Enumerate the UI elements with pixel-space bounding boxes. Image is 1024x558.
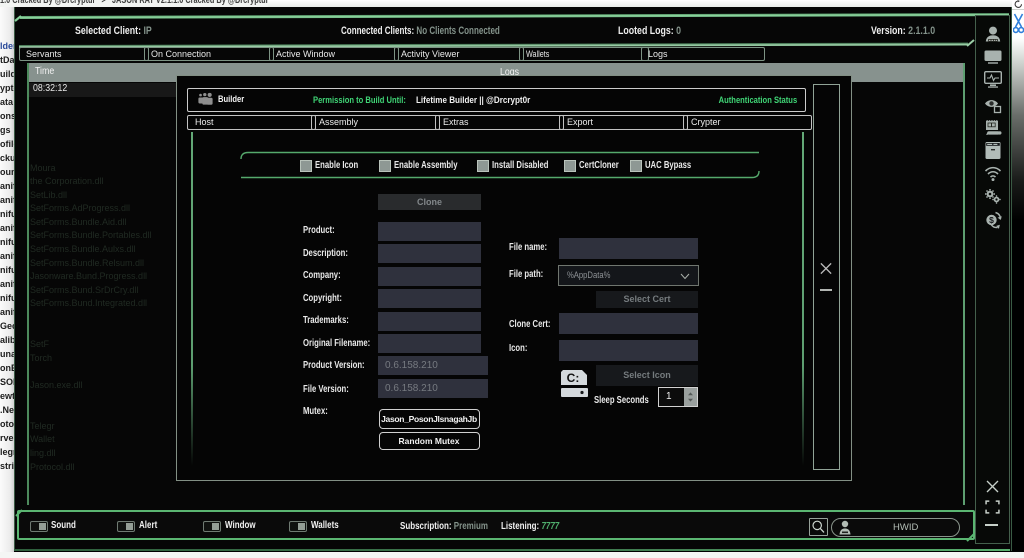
svg-text:$: $ (989, 215, 994, 225)
svg-text:C:: C: (567, 371, 580, 385)
